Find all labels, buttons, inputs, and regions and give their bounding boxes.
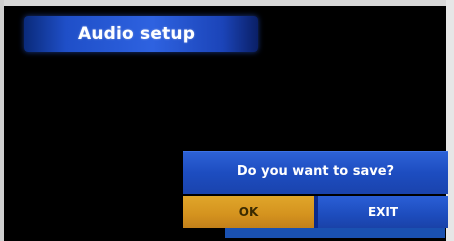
screen-bezel-left [0,0,4,241]
exit-button[interactable]: EXIT [318,196,448,228]
save-dialog-message: Do you want to save? [236,164,395,179]
page-title: Audio setup [78,24,196,44]
ok-button[interactable]: OK [183,196,314,228]
dialog-bottom-bar [225,228,445,238]
screen-bezel-top [0,0,454,6]
